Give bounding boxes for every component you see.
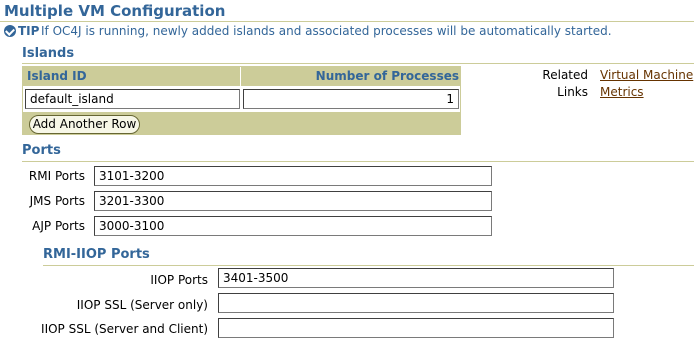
metrics-link[interactable]: Metrics: [600, 85, 644, 99]
related-links-label-line1: Related: [542, 68, 588, 82]
jms-ports-input[interactable]: [94, 191, 492, 211]
column-header-number-of-processes: Number of Processes: [243, 67, 459, 85]
rmi-iiop-heading: RMI-IIOP Ports: [43, 247, 150, 262]
islands-divider: [22, 63, 694, 64]
add-another-row-button[interactable]: Add Another Row: [29, 115, 140, 134]
iiop-ports-label: IIOP Ports: [150, 273, 208, 287]
ajp-ports-input[interactable]: [94, 216, 492, 236]
column-header-island-id: Island ID: [27, 67, 227, 85]
iiop-ssl-server-and-client-label: IIOP SSL (Server and Client): [41, 322, 208, 336]
column-separator: [240, 67, 241, 111]
islands-heading: Islands: [22, 46, 75, 61]
iiop-ssl-server-only-label: IIOP SSL (Server only): [76, 298, 208, 312]
iiop-ssl-server-only-input[interactable]: [218, 293, 614, 313]
virtual-machine-link[interactable]: Virtual Machine: [600, 68, 693, 82]
check-icon: [4, 25, 16, 37]
related-links-label-line2: Links: [557, 85, 588, 99]
rmi-iiop-divider: [43, 265, 694, 266]
rmi-ports-label: RMI Ports: [28, 169, 85, 183]
tip-text: If OC4J is running, newly added islands …: [41, 24, 612, 38]
jms-ports-label: JMS Ports: [29, 194, 85, 208]
number-of-processes-input[interactable]: [243, 89, 459, 109]
ajp-ports-label: AJP Ports: [32, 219, 85, 233]
tip-label: TIP: [18, 24, 40, 38]
page-title: Multiple VM Configuration: [4, 2, 226, 20]
iiop-ports-input[interactable]: [218, 268, 614, 288]
ports-divider: [22, 161, 694, 162]
iiop-ssl-server-and-client-input[interactable]: [218, 318, 614, 338]
title-divider: [0, 21, 694, 22]
rmi-ports-input[interactable]: [94, 166, 492, 186]
ports-heading: Ports: [22, 143, 61, 158]
island-id-input[interactable]: [25, 89, 240, 109]
